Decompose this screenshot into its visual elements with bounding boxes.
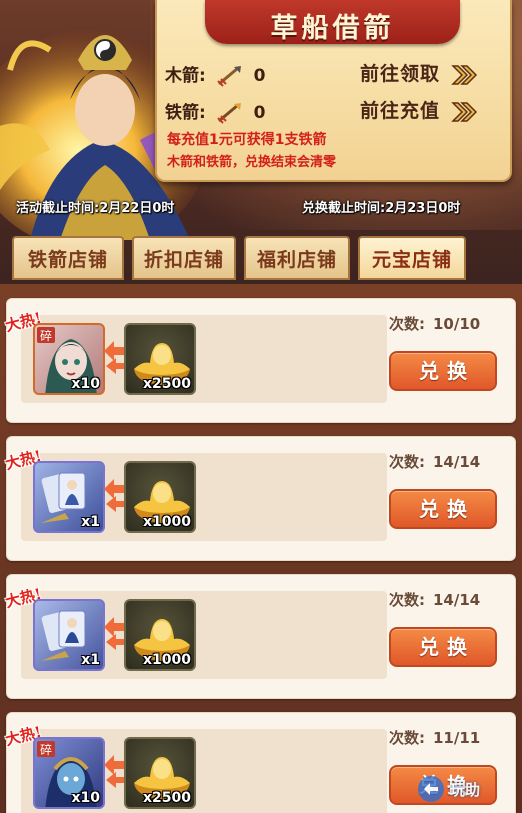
yuanbao-icon: x2500 xyxy=(124,737,196,809)
hero-fragment-icon[interactable]: 碎 x10 xyxy=(33,323,105,395)
goto-recharge-button[interactable]: 前往充值 xyxy=(360,96,478,123)
iron-arrow-count: 0 xyxy=(253,103,266,123)
wood-arrow-row: 木箭: 0 xyxy=(165,61,266,87)
item-quantity: x1 xyxy=(81,514,100,530)
reset-note: 木箭和铁箭，兑换结束会清零 xyxy=(167,155,337,170)
goto-claim-label: 前往领取 xyxy=(360,63,441,85)
shop-item-list[interactable]: 大热! 碎 x10 x2500 次数: 10/10 兑换 大热! x1 x100… xyxy=(0,284,522,813)
activity-deadline: 活动截止时间:2月22日0时 xyxy=(16,201,175,216)
tab-discount-shop[interactable]: 折扣店铺 xyxy=(132,236,236,280)
tab-yuanbao-shop[interactable]: 元宝店铺 xyxy=(358,236,466,280)
exchange-button[interactable]: 兑换 xyxy=(389,489,497,529)
hero-card-icon[interactable]: x1 xyxy=(33,461,105,533)
count-value: 11/11 xyxy=(433,729,481,747)
watermark-logo: 玩助 xyxy=(416,769,512,809)
goto-recharge-label: 前往充值 xyxy=(360,100,441,122)
iron-arrow-label: 铁箭: xyxy=(165,103,206,123)
shop-tabs: 铁箭店铺 折扣店铺 福利店铺 元宝店铺 xyxy=(12,236,466,282)
count-label: 次数: xyxy=(389,453,425,471)
count-label: 次数: xyxy=(389,729,425,747)
goto-claim-button[interactable]: 前往领取 xyxy=(360,59,478,86)
count-value: 10/10 xyxy=(433,315,481,333)
svg-text:碎: 碎 xyxy=(40,742,52,757)
shop-item-card: 大热! x1 x1000 次数: 14/14 兑换 xyxy=(3,436,516,561)
exchange-button[interactable]: 兑换 xyxy=(389,351,497,391)
exchange-button[interactable]: 兑换 xyxy=(389,627,497,667)
count-value: 14/14 xyxy=(433,453,481,471)
wood-arrow-icon xyxy=(217,66,241,87)
wood-arrow-label: 木箭: xyxy=(165,66,206,86)
count-label: 次数: xyxy=(389,591,425,609)
svg-text:碎: 碎 xyxy=(40,328,52,343)
double-chevron-icon xyxy=(450,65,477,85)
tab-welfare-shop[interactable]: 福利店铺 xyxy=(244,236,350,280)
item-quantity: x10 xyxy=(71,376,100,392)
exchange-count: 次数: 10/10 xyxy=(389,313,480,334)
yuanbao-icon: x1000 xyxy=(124,461,196,533)
exchange-count: 次数: 14/14 xyxy=(389,451,480,472)
item-quantity: x10 xyxy=(71,790,100,806)
cost-quantity: x2500 xyxy=(143,376,191,392)
tab-iron-arrow-shop[interactable]: 铁箭店铺 xyxy=(12,236,124,280)
yuanbao-icon: x1000 xyxy=(124,599,196,671)
count-label: 次数: xyxy=(389,315,425,333)
exchange-count: 次数: 14/14 xyxy=(389,589,480,610)
yuanbao-icon: x2500 xyxy=(124,323,196,395)
watermark-text: 玩助 xyxy=(450,780,481,799)
shop-item-card: 大热! x1 x1000 次数: 14/14 兑换 xyxy=(3,574,516,699)
count-value: 14/14 xyxy=(433,591,481,609)
cost-quantity: x1000 xyxy=(143,652,191,668)
shop-item-card: 大热! 碎 x10 x2500 次数: 10/10 兑换 xyxy=(3,298,516,423)
hero-card-icon[interactable]: x1 xyxy=(33,599,105,671)
recharge-note: 每充值1元可获得1支铁箭 xyxy=(167,132,327,148)
watermark-icon xyxy=(418,776,444,802)
item-quantity: x1 xyxy=(81,652,100,668)
double-chevron-icon xyxy=(450,102,477,122)
cost-quantity: x1000 xyxy=(143,514,191,530)
iron-arrow-row: 铁箭: 0 xyxy=(165,98,266,124)
exchange-count: 次数: 11/11 xyxy=(389,727,480,748)
cost-quantity: x2500 xyxy=(143,790,191,806)
exchange-deadline: 兑换截止时间:2月23日0时 xyxy=(302,201,461,216)
hero-fragment-icon[interactable]: 碎 x10 xyxy=(33,737,105,809)
wood-arrow-count: 0 xyxy=(253,66,266,86)
event-title: 草船借箭 xyxy=(270,13,395,44)
iron-arrow-icon xyxy=(217,103,241,124)
